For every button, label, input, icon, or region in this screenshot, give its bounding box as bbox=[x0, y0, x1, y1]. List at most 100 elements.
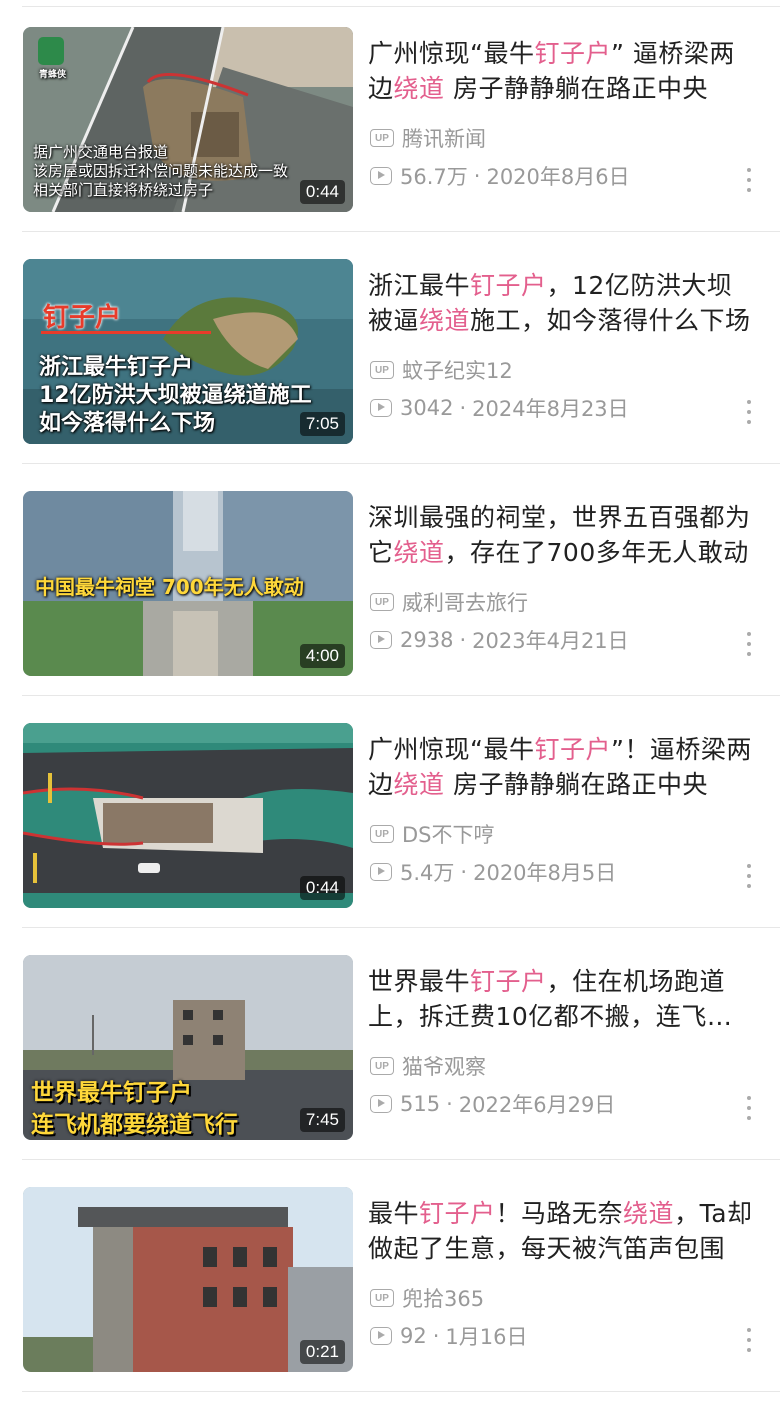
title-text: ！马路无奈 bbox=[495, 1199, 624, 1228]
stats-row: 2938 · 2023年4月21日 bbox=[370, 625, 629, 655]
thumbnail-caption-line: 中国最牛祠堂 700年无人敢动 bbox=[35, 575, 304, 599]
thumbnail-logo-text: 青蜂侠 bbox=[39, 70, 67, 80]
up-badge-icon: UP bbox=[370, 1057, 394, 1075]
title-highlight: 钉子户 bbox=[470, 271, 547, 300]
title-text: ，存在了700多年无人敢动 bbox=[444, 538, 749, 567]
title-highlight: 绕道 bbox=[419, 306, 471, 335]
up-badge-icon: UP bbox=[370, 593, 394, 611]
publish-date: 2023年4月21日 bbox=[472, 629, 629, 653]
uploader-row[interactable]: UP 蚊子纪实12 bbox=[370, 355, 513, 385]
title-highlight: 钉子户 bbox=[470, 967, 547, 996]
play-count-icon bbox=[370, 399, 392, 417]
more-options-icon[interactable] bbox=[742, 400, 756, 424]
uploader-row[interactable]: UP DS不下哼 bbox=[370, 819, 495, 849]
up-badge-icon: UP bbox=[370, 361, 394, 379]
video-item[interactable]: 0:44 广州惊现“最牛钉子户”！逼桥梁两边绕道 房子静静躺在路正中央 UP D… bbox=[0, 696, 780, 928]
title-text: 广州惊现“最牛 bbox=[368, 39, 535, 68]
up-badge-icon: UP bbox=[370, 129, 394, 147]
publish-date: 1月16日 bbox=[445, 1325, 528, 1349]
view-count: 3042 bbox=[400, 396, 454, 420]
stats-row: 92 · 1月16日 bbox=[370, 1321, 528, 1351]
up-badge-icon: UP bbox=[370, 1289, 394, 1307]
view-count: 2938 bbox=[400, 628, 454, 652]
video-title[interactable]: 广州惊现“最牛钉子户” 逼桥梁两边绕道 房子静静躺在路正中央 bbox=[368, 36, 756, 108]
video-thumbnail[interactable]: 0:44 bbox=[23, 723, 353, 908]
video-item[interactable]: 中国最牛祠堂 700年无人敢动 4:00 深圳最强的祠堂，世界五百强都为它绕道，… bbox=[0, 464, 780, 696]
video-duration: 7:05 bbox=[299, 412, 345, 436]
title-highlight: 绕道 bbox=[393, 770, 445, 799]
video-title[interactable]: 最牛钉子户！马路无奈绕道，Ta却做起了生意，每天被汽笛声包围 bbox=[368, 1196, 756, 1268]
uploader-row[interactable]: UP 威利哥去旅行 bbox=[370, 587, 528, 617]
more-options-icon[interactable] bbox=[742, 864, 756, 888]
video-title[interactable]: 广州惊现“最牛钉子户”！逼桥梁两边绕道 房子静静躺在路正中央 bbox=[368, 732, 756, 804]
view-count: 5.4万 bbox=[400, 861, 455, 885]
separator-dot: · bbox=[459, 628, 467, 652]
video-item[interactable]: 0:21 最牛钉子户！马路无奈绕道，Ta却做起了生意，每天被汽笛声包围 UP 兜… bbox=[0, 1160, 780, 1392]
separator-dot: · bbox=[432, 1324, 440, 1348]
title-text: 世界最牛 bbox=[368, 967, 471, 996]
publish-date: 2020年8月6日 bbox=[486, 165, 630, 189]
thumbnail-caption-line: 相关部门直接将桥绕过房子 bbox=[33, 181, 214, 199]
uploader-row[interactable]: UP 腾讯新闻 bbox=[370, 123, 486, 153]
separator-dot: · bbox=[459, 396, 467, 420]
uploader-name: 兜拾365 bbox=[402, 1287, 485, 1311]
video-item[interactable]: 世界最牛钉子户 连飞机都要绕道飞行 7:45 世界最牛钉子户，住在机场跑道上，拆… bbox=[0, 928, 780, 1160]
thumbnail-tag: 钉子户 bbox=[43, 303, 122, 333]
video-duration: 0:44 bbox=[299, 876, 345, 900]
stats-row: 3042 · 2024年8月23日 bbox=[370, 393, 629, 423]
uploader-name: 蚊子纪实12 bbox=[402, 359, 513, 383]
title-text: 施工，如今落得什么下场 bbox=[470, 306, 751, 335]
title-highlight: 绕道 bbox=[393, 538, 445, 567]
title-text: 最牛 bbox=[368, 1199, 420, 1228]
thumbnail-tag-underline bbox=[41, 331, 211, 334]
video-item[interactable]: 青蜂侠 据广州交通电台报道 该房屋或因拆迁补偿问题未能达成一致 相关部门直接将桥… bbox=[0, 0, 780, 232]
thumbnail-caption-line: 如今落得什么下场 bbox=[39, 411, 216, 436]
video-duration: 4:00 bbox=[299, 644, 345, 668]
uploader-row[interactable]: UP 猫爷观察 bbox=[370, 1051, 486, 1081]
video-title[interactable]: 深圳最强的祠堂，世界五百强都为它绕道，存在了700多年无人敢动 bbox=[368, 500, 756, 572]
separator-dot: · bbox=[473, 164, 481, 188]
title-text: 房子静静躺在路正中央 bbox=[444, 770, 708, 799]
video-title[interactable]: 浙江最牛钉子户，12亿防洪大坝被逼绕道施工，如今落得什么下场 bbox=[368, 268, 756, 340]
video-thumbnail[interactable]: 0:21 bbox=[23, 1187, 353, 1372]
uploader-row[interactable]: UP 兜拾365 bbox=[370, 1283, 484, 1313]
play-count-icon bbox=[370, 1327, 392, 1345]
thumbnail-caption-line: 据广州交通电台报道 bbox=[33, 143, 169, 161]
video-thumbnail[interactable]: 钉子户 浙江最牛钉子户 12亿防洪大坝被逼绕道施工 如今落得什么下场 7:05 bbox=[23, 259, 353, 444]
thumbnail-caption-line: 世界最牛钉子户 bbox=[31, 1080, 192, 1106]
stats-row: 56.7万 · 2020年8月6日 bbox=[370, 161, 630, 191]
video-title[interactable]: 世界最牛钉子户，住在机场跑道上，拆迁费10亿都不搬，连飞机都要绕道 bbox=[368, 964, 756, 1036]
stats-row: 515 · 2022年6月29日 bbox=[370, 1089, 615, 1119]
video-thumbnail[interactable]: 世界最牛钉子户 连飞机都要绕道飞行 7:45 bbox=[23, 955, 353, 1140]
title-highlight: 钉子户 bbox=[534, 735, 611, 764]
uploader-name: 腾讯新闻 bbox=[402, 127, 486, 151]
title-text: 广州惊现“最牛 bbox=[368, 735, 535, 764]
video-item[interactable]: 钉子户 浙江最牛钉子户 12亿防洪大坝被逼绕道施工 如今落得什么下场 7:05 … bbox=[0, 232, 780, 464]
title-highlight: 绕道 bbox=[393, 74, 445, 103]
more-options-icon[interactable] bbox=[742, 1096, 756, 1120]
thumbnail-caption-line: 连飞机都要绕道飞行 bbox=[31, 1112, 238, 1138]
title-highlight: 钉子户 bbox=[534, 39, 611, 68]
publish-date: 2020年8月5日 bbox=[473, 861, 617, 885]
video-duration: 0:21 bbox=[299, 1340, 345, 1364]
more-options-icon[interactable] bbox=[742, 1328, 756, 1352]
video-thumbnail[interactable]: 青蜂侠 据广州交通电台报道 该房屋或因拆迁补偿问题未能达成一致 相关部门直接将桥… bbox=[23, 27, 353, 212]
more-options-icon[interactable] bbox=[742, 168, 756, 192]
play-count-icon bbox=[370, 863, 392, 881]
up-badge-icon: UP bbox=[370, 825, 394, 843]
thumbnail-caption-line: 该房屋或因拆迁补偿问题未能达成一致 bbox=[33, 162, 289, 180]
separator-dot: · bbox=[446, 1092, 453, 1116]
title-highlight: 钉子户 bbox=[419, 1199, 496, 1228]
play-count-icon bbox=[370, 1095, 392, 1113]
title-text: 浙江最牛 bbox=[368, 271, 471, 300]
item-divider bbox=[22, 1391, 780, 1392]
more-options-icon[interactable] bbox=[742, 632, 756, 656]
publish-date: 2022年6月29日 bbox=[458, 1093, 616, 1117]
uploader-name: DS不下哼 bbox=[402, 823, 495, 847]
stats-row: 5.4万 · 2020年8月5日 bbox=[370, 857, 616, 887]
video-thumbnail[interactable]: 中国最牛祠堂 700年无人敢动 4:00 bbox=[23, 491, 353, 676]
title-highlight: 绕道 bbox=[623, 1199, 675, 1228]
video-duration: 7:45 bbox=[299, 1108, 345, 1132]
play-count-icon bbox=[370, 631, 392, 649]
play-count-icon bbox=[370, 167, 392, 185]
